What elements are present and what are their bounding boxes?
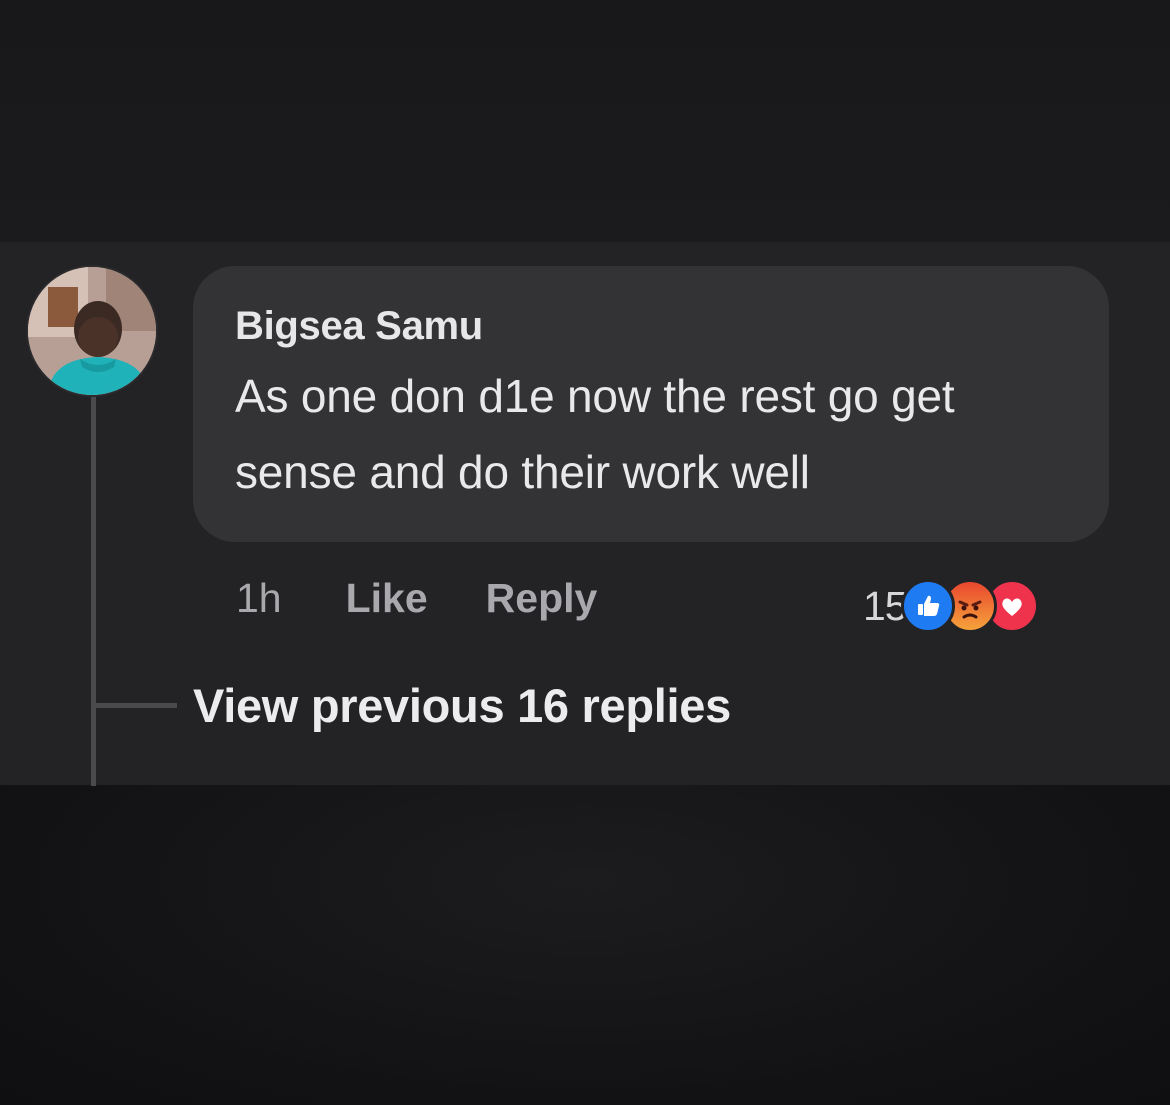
screen-top-background [0, 0, 1170, 242]
reply-button[interactable]: Reply [486, 575, 598, 622]
comment-actions: 1h Like Reply [236, 572, 597, 624]
view-previous-replies-link[interactable]: View previous 16 replies [193, 676, 731, 736]
comment-timestamp[interactable]: 1h [236, 575, 282, 622]
reaction-summary[interactable]: 15 [863, 578, 1039, 634]
like-reaction-icon [900, 579, 955, 633]
comment-text: As one don d1e now the rest go get sense… [235, 370, 955, 498]
comment-author-name[interactable]: Bigsea Samu [235, 302, 1069, 350]
comment-bubble: Bigsea Samu As one don d1e now the rest … [193, 266, 1109, 542]
avatar[interactable] [28, 267, 156, 395]
like-button[interactable]: Like [346, 575, 428, 622]
profile-photo-icon [28, 267, 156, 395]
thread-branch-line [91, 703, 177, 708]
thread-connector-line [91, 396, 96, 786]
screen-bottom-background [0, 785, 1170, 1105]
